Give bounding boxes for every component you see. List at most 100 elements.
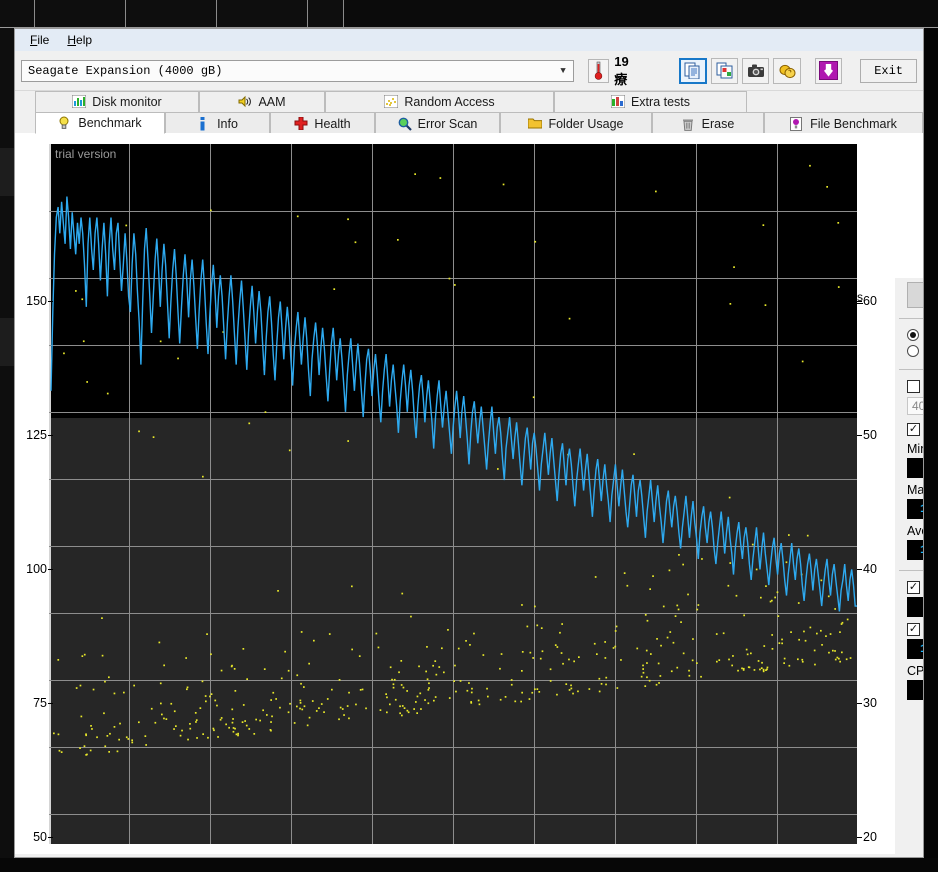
radio-write[interactable]: W <box>895 343 924 359</box>
exit-button[interactable]: Exit <box>860 58 917 83</box>
menu-file[interactable]: File <box>21 31 58 49</box>
y2-tick: 60 <box>857 294 891 308</box>
background-right-strip <box>924 28 938 872</box>
tab-aam-label: AAM <box>258 95 286 109</box>
divider <box>899 369 923 370</box>
y-tick: 100 <box>19 562 53 576</box>
burst-rate-value: 1 <box>907 639 923 659</box>
info-icon <box>197 116 211 131</box>
folder-icon <box>527 117 543 131</box>
trash-icon <box>682 117 696 131</box>
max-label: Max <box>907 483 924 497</box>
access-time-value <box>907 597 923 617</box>
checkbox-short-control[interactable] <box>907 379 920 393</box>
radio-read-label: R <box>923 328 924 342</box>
tab-erase-label: Erase <box>701 116 735 131</box>
background-pane <box>217 0 308 28</box>
tab-erase[interactable]: Erase <box>652 112 764 134</box>
checkbox-access-time-control[interactable]: ✓ <box>907 580 920 594</box>
bar-chart-icon <box>71 94 87 109</box>
chart-icon <box>610 94 626 109</box>
max-value: 1 <box>907 499 923 519</box>
tab-bar: Disk monitor AAM Random Access Extra tes… <box>15 91 923 134</box>
y2-tick: 30 <box>857 696 891 710</box>
tab-info[interactable]: Info <box>165 112 270 134</box>
tab-disk-monitor[interactable]: Disk monitor <box>35 91 199 112</box>
radio-read[interactable]: R <box>895 327 924 343</box>
tab-benchmark-label: Benchmark <box>78 116 142 130</box>
y-tick: 50 <box>19 830 53 844</box>
drive-select[interactable]: Seagate Expansion (4000 gB) ▼ <box>21 59 574 82</box>
block-size-value: 40 <box>912 399 923 413</box>
tab-row-top: Disk monitor AAM Random Access Extra tes… <box>35 91 923 112</box>
background-left-strip <box>0 28 14 872</box>
background-pane <box>308 0 344 28</box>
site-watermark: 值 什么值得买 <box>772 852 923 857</box>
tab-error-scan-label: Error Scan <box>417 116 478 131</box>
tab-folder-usage-label: Folder Usage <box>548 116 624 131</box>
checkbox-transfer-control[interactable]: ✓ <box>907 422 920 436</box>
scatter-icon <box>383 94 399 109</box>
y2-tick: 50 <box>857 428 891 442</box>
watermark-text: 什么值得买 <box>806 852 923 857</box>
tab-health[interactable]: Health <box>270 112 375 134</box>
min-label: Min <box>907 442 923 456</box>
coins-icon[interactable] <box>773 57 801 84</box>
ave-value: 1 <box>907 540 923 560</box>
tab-error-scan[interactable]: Error Scan <box>375 112 500 134</box>
ave-label: Ave <box>907 524 923 538</box>
tab-folder-usage[interactable]: Folder Usage <box>500 112 652 134</box>
radio-write-label: W <box>923 344 924 358</box>
radio-read-control[interactable] <box>907 329 919 341</box>
copy-image-icon[interactable] <box>710 57 738 84</box>
y-tick: 125 <box>19 428 53 442</box>
tab-extra-tests[interactable]: Extra tests <box>554 91 747 112</box>
y-tick: 75 <box>19 696 53 710</box>
start-button[interactable] <box>907 282 923 308</box>
chevron-down-icon: ▼ <box>560 65 566 76</box>
checkbox-short[interactable]: S <box>895 378 923 394</box>
tab-health-label: Health <box>314 116 351 131</box>
background-bottom-strip <box>0 858 938 872</box>
block-size-input[interactable]: 40 <box>907 397 923 415</box>
y-tick: 150 <box>19 294 53 308</box>
tab-benchmark[interactable]: Benchmark <box>35 112 165 134</box>
menu-bar: File Help <box>15 29 923 51</box>
toolbar: Seagate Expansion (4000 gB) ▼ 19療 Exit <box>15 51 923 91</box>
divider <box>899 570 923 571</box>
cpu-label: CPU <box>907 664 924 678</box>
tab-row-bottom: Benchmark Info Health Error Scan Folder … <box>35 112 923 134</box>
tab-random-access[interactable]: Random Access <box>325 91 554 112</box>
benchmark-chart: MB/s ms trial version <box>15 133 923 857</box>
checkbox-burst-rate-control[interactable]: ✓ <box>907 622 920 636</box>
tab-aam[interactable]: AAM <box>199 91 325 112</box>
temperature-display: 19療 <box>587 54 641 88</box>
radio-write-control[interactable] <box>907 345 919 357</box>
access-time-scatter <box>53 164 852 756</box>
copy-icon[interactable] <box>679 57 707 84</box>
exit-button-label: Exit <box>874 63 903 78</box>
file-bulb-icon <box>790 116 804 131</box>
checkbox-burst-rate[interactable]: ✓ B <box>895 617 923 637</box>
tab-extra-tests-label: Extra tests <box>630 95 691 109</box>
checkbox-transfer[interactable]: ✓ T <box>895 415 923 437</box>
download-arrow-icon[interactable] <box>814 57 843 84</box>
plot-area: trial version <box>49 144 857 844</box>
background-pane <box>35 0 126 28</box>
background-pane <box>0 0 35 28</box>
thermometer-icon <box>587 58 610 83</box>
menu-help[interactable]: Help <box>58 31 101 49</box>
cpu-value <box>907 680 923 700</box>
cross-icon <box>294 116 308 131</box>
drive-select-value: Seagate Expansion (4000 gB) <box>28 63 223 78</box>
magnifier-icon <box>398 117 412 131</box>
y2-tick: 20 <box>857 830 891 844</box>
checkbox-access-time[interactable]: ✓ A <box>895 579 923 595</box>
bulb-icon <box>58 116 72 130</box>
tab-file-benchmark[interactable]: File Benchmark <box>764 112 923 134</box>
benchmark-options-panel: R W S 40 ✓ T Min Max 1 Ave 1 <box>895 278 924 857</box>
camera-icon[interactable] <box>741 57 770 84</box>
hdtune-window: File Help Seagate Expansion (4000 gB) ▼ … <box>14 28 924 858</box>
background-pane <box>126 0 217 28</box>
tab-disk-monitor-label: Disk monitor <box>92 95 162 109</box>
